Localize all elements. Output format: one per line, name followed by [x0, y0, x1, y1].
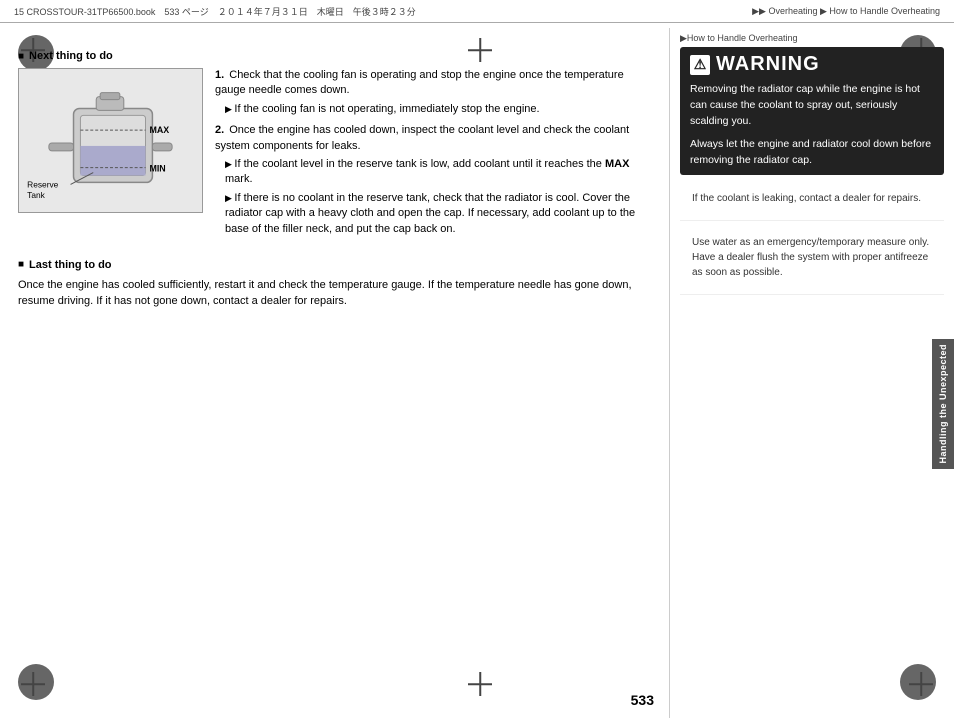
warning-breadcrumb-text: ▶How to Handle Overheating — [680, 33, 797, 44]
info-text-2: Use water as an emergency/temporary meas… — [692, 235, 932, 280]
svg-text:MAX: MAX — [149, 125, 169, 135]
step-2-sub-1: If the coolant level in the reserve tank… — [225, 157, 653, 188]
svg-text:MIN: MIN — [149, 164, 165, 174]
next-section-title: Next thing to do — [29, 50, 113, 62]
svg-text:Reserve: Reserve — [27, 179, 59, 189]
step-1-num: 1. — [215, 69, 224, 81]
last-section: Last thing to do Once the engine has coo… — [18, 259, 653, 310]
warning-title-bar: ⚠ WARNING — [690, 53, 934, 76]
left-panel: Next thing to do — [0, 28, 669, 718]
last-section-title: Last thing to do — [29, 259, 111, 271]
step-2-sub-2: If there is no coolant in the reserve ta… — [225, 191, 653, 237]
step-1-text: Check that the cooling fan is operating … — [215, 69, 624, 96]
page-header: 15 CROSSTOUR-31TP66500.book 533 ページ ２０１４… — [0, 0, 954, 23]
warning-para-2: Always let the engine and radiator cool … — [690, 137, 934, 169]
steps-container: 1. Check that the cooling fan is operati… — [215, 68, 653, 243]
step-2-sublist: If the coolant level in the reserve tank… — [215, 157, 653, 237]
step-2: 2. Once the engine has cooled down, insp… — [215, 123, 653, 237]
last-section-text: Once the engine has cooled sufficiently,… — [18, 277, 653, 310]
right-panel-body: ⚠ WARNING Removing the radiator cap whil… — [670, 47, 954, 718]
side-tab: Handling the Unexpected — [932, 339, 954, 469]
info-section-1: If the coolant is leaking, contact a dea… — [680, 183, 944, 221]
step-1: 1. Check that the cooling fan is operati… — [215, 68, 653, 117]
tank-svg: MAX MIN Reserve Tank — [19, 69, 202, 212]
right-panel: ▶How to Handle Overheating ⚠ WARNING Rem… — [669, 28, 954, 718]
page-number: 533 — [631, 692, 654, 708]
warning-icon: ⚠ — [690, 55, 710, 75]
step-2-text: Once the engine has cooled down, inspect… — [215, 124, 629, 151]
info-section-2: Use water as an emergency/temporary meas… — [680, 227, 944, 295]
step-1-sublist: If the cooling fan is not operating, imm… — [215, 102, 653, 117]
next-section-body: MAX MIN Reserve Tank 1. Check that the c… — [18, 68, 653, 243]
step-1-sub-1: If the cooling fan is not operating, imm… — [225, 102, 653, 117]
svg-text:Tank: Tank — [27, 190, 46, 200]
info-text-1: If the coolant is leaking, contact a dea… — [692, 191, 932, 206]
file-info: 15 CROSSTOUR-31TP66500.book 533 ページ ２０１４… — [14, 5, 416, 18]
reserve-tank-image: MAX MIN Reserve Tank — [18, 68, 203, 213]
last-section-header: Last thing to do — [18, 259, 653, 271]
warning-text-1: Removing the radiator cap while the engi… — [690, 82, 934, 169]
warning-para-1: Removing the radiator cap while the engi… — [690, 82, 934, 129]
next-section-header: Next thing to do — [18, 50, 653, 62]
warning-breadcrumb: ▶How to Handle Overheating — [670, 28, 954, 47]
breadcrumb: ▶▶ Overheating ▶ How to Handle Overheati… — [752, 6, 940, 17]
steps-list: 1. Check that the cooling fan is operati… — [215, 68, 653, 237]
warning-title-text: WARNING — [716, 53, 820, 76]
step-2-num: 2. — [215, 124, 224, 136]
warning-box: ⚠ WARNING Removing the radiator cap whil… — [680, 47, 944, 175]
side-tab-text: Handling the Unexpected — [938, 344, 948, 464]
max-bold: MAX — [605, 158, 629, 170]
